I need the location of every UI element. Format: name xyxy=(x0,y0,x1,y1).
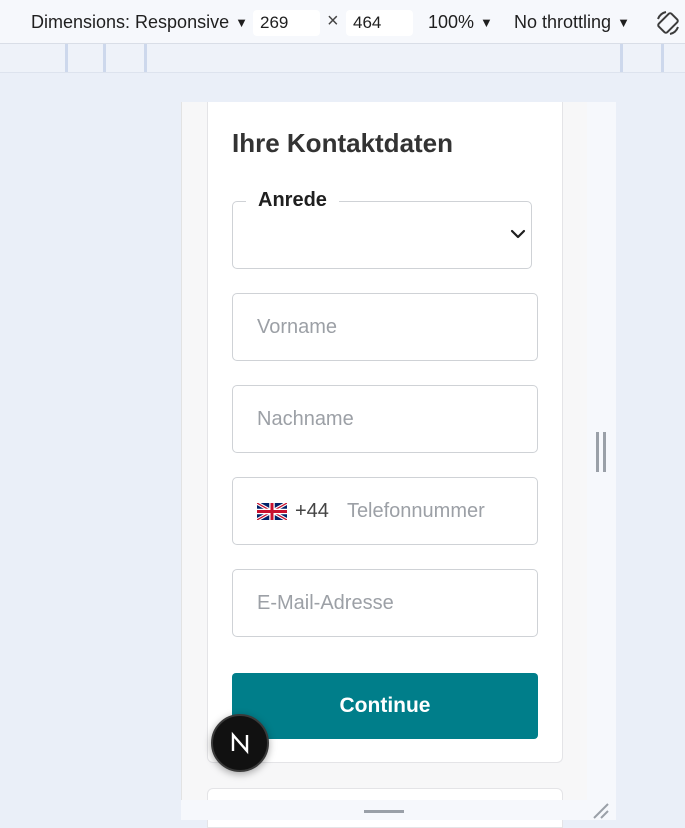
continue-button[interactable]: Continue xyxy=(232,673,538,739)
chevron-down-icon[interactable] xyxy=(510,226,526,242)
media-query-ruler xyxy=(0,44,685,73)
devtools-toolbar: Dimensions: Responsive ▼ × 100% ▼ No thr… xyxy=(0,0,685,44)
phone-input[interactable] xyxy=(328,499,537,523)
email-input[interactable] xyxy=(233,591,537,615)
first-name-input[interactable] xyxy=(233,315,537,339)
dimensions-label: Dimensions: Responsive xyxy=(31,11,230,32)
nextjs-dev-badge[interactable] xyxy=(211,714,269,772)
last-name-field[interactable] xyxy=(232,385,538,453)
resize-corner-icon[interactable] xyxy=(590,802,610,820)
height-input[interactable] xyxy=(346,10,413,36)
width-input[interactable] xyxy=(253,10,320,36)
throttling-label: No throttling xyxy=(514,11,612,32)
throttling-dropdown[interactable]: No throttling ▼ xyxy=(514,0,630,44)
country-code-selector[interactable]: +44 xyxy=(233,500,329,523)
email-field[interactable] xyxy=(232,569,538,637)
dimensions-dropdown[interactable]: Dimensions: Responsive ▼ xyxy=(31,0,248,44)
gb-flag-icon xyxy=(257,502,287,520)
caret-down-icon: ▼ xyxy=(617,14,630,30)
grip-icon xyxy=(364,810,404,820)
ruler-marker[interactable] xyxy=(661,44,664,72)
times-sign: × xyxy=(327,10,339,32)
first-name-field[interactable] xyxy=(232,293,538,361)
ruler-marker[interactable] xyxy=(65,44,68,72)
zoom-label: 100% xyxy=(428,11,475,32)
rotate-icon[interactable] xyxy=(654,9,682,37)
last-name-input[interactable] xyxy=(233,407,537,431)
zoom-dropdown[interactable]: 100% ▼ xyxy=(428,0,493,44)
caret-down-icon: ▼ xyxy=(480,14,493,30)
dial-code: +44 xyxy=(295,499,329,522)
caret-down-icon: ▼ xyxy=(235,14,248,30)
phone-field[interactable]: +44 xyxy=(232,477,538,545)
resize-handle-right[interactable] xyxy=(587,102,616,800)
nextjs-logo-icon xyxy=(231,731,249,755)
ruler-marker[interactable] xyxy=(144,44,147,72)
ruler-marker[interactable] xyxy=(620,44,623,72)
resize-handle-bottom[interactable] xyxy=(181,800,616,820)
page-title: Ihre Kontaktdaten xyxy=(232,128,454,158)
salutation-label: Anrede xyxy=(246,189,339,212)
grip-icon xyxy=(596,432,606,472)
ruler-marker[interactable] xyxy=(103,44,106,72)
